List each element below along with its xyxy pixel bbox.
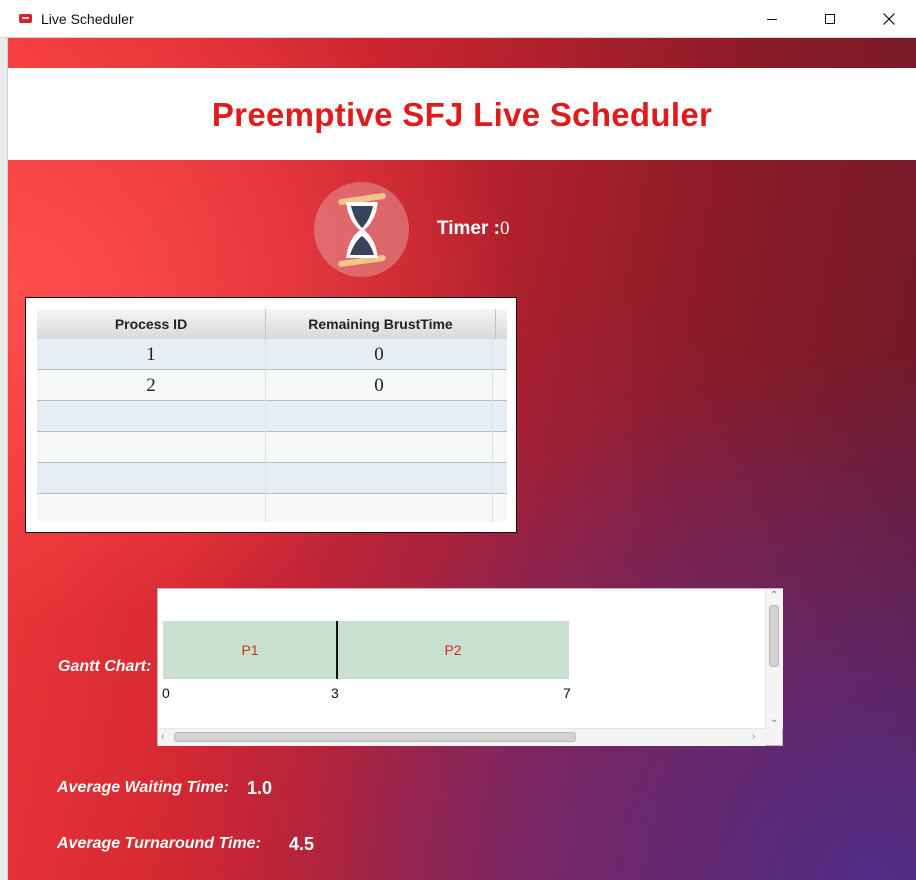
gantt-tick-label: 3	[331, 685, 339, 701]
avg-waiting-label: Average Waiting Time:	[57, 779, 229, 796]
scroll-down-icon[interactable]: ⌄	[770, 715, 778, 725]
horizontal-scrollbar[interactable]: ‹ ›	[158, 728, 765, 746]
timer-readout: Timer :0	[437, 218, 510, 240]
close-button[interactable]	[866, 0, 912, 38]
scroll-left-icon[interactable]: ‹	[161, 732, 164, 742]
gantt-chart-label: Gantt Chart:	[58, 658, 152, 675]
vertical-scroll-thumb[interactable]	[769, 605, 779, 667]
live-scheduler-window: Live Scheduler Preemptive SFJ Live Sched…	[0, 0, 916, 880]
minimize-button[interactable]	[749, 0, 795, 38]
title-bar[interactable]: Live Scheduler	[0, 0, 916, 38]
table-row[interactable]	[37, 432, 507, 463]
table-row[interactable]: 1 0	[37, 339, 507, 370]
avg-turnaround-label: Average Turnaround Time:	[57, 835, 261, 852]
column-header-remaining-burst-time[interactable]: Remaining BrustTime	[266, 309, 496, 339]
cell-process-id	[37, 494, 266, 522]
hourglass-icon	[338, 193, 386, 267]
cell-remaining-time	[266, 401, 493, 432]
gantt-divider	[336, 621, 338, 679]
table-row[interactable]	[37, 401, 507, 432]
hourglass-badge	[314, 182, 409, 277]
gantt-tick-label: 7	[563, 685, 571, 701]
maximize-icon	[825, 14, 835, 24]
timer-label: Timer :	[437, 218, 501, 239]
gantt-bar-p2: P2	[337, 621, 569, 679]
avg-waiting-value: 1.0	[247, 778, 273, 798]
cell-remaining-time	[266, 432, 493, 463]
scroll-corner	[765, 728, 782, 745]
table-row[interactable]	[37, 463, 507, 494]
page-title: Preemptive SFJ Live Scheduler	[211, 96, 713, 133]
scheduler-content: Preemptive SFJ Live Scheduler Timer :0 P…	[8, 38, 916, 880]
app-icon	[19, 14, 32, 23]
window-title: Live Scheduler	[41, 11, 134, 27]
avg-turnaround-value: 4.5	[289, 834, 315, 854]
cell-process-id	[37, 463, 266, 494]
horizontal-scroll-thumb[interactable]	[174, 732, 576, 742]
close-icon	[883, 13, 895, 25]
cell-process-id	[37, 432, 266, 463]
scroll-up-icon[interactable]: ⌃	[770, 591, 778, 601]
cell-process-id: 1	[37, 339, 266, 370]
scroll-right-icon[interactable]: ›	[752, 732, 755, 742]
maximize-button[interactable]	[807, 0, 853, 38]
process-table-frame: Process ID Remaining BrustTime 1 0 2 0	[25, 297, 517, 533]
cell-process-id	[37, 401, 266, 432]
timer-value: 0	[500, 218, 510, 239]
gantt-scroll-pane[interactable]: P1 P2 0 3 7 ⌃ ⌄ ‹ ›	[157, 588, 783, 746]
process-table[interactable]: Process ID Remaining BrustTime 1 0 2 0	[37, 309, 507, 522]
table-row[interactable]	[37, 494, 507, 522]
background-app-edge	[0, 38, 8, 880]
vertical-scrollbar[interactable]: ⌃ ⌄	[765, 589, 783, 729]
cell-remaining-time: 0	[266, 370, 493, 401]
table-row[interactable]: 2 0	[37, 370, 507, 401]
gantt-bar-p1: P1	[163, 621, 337, 679]
cell-remaining-time	[266, 463, 493, 494]
gantt-bars: P1 P2	[163, 621, 569, 679]
cell-process-id: 2	[37, 370, 266, 401]
table-header: Process ID Remaining BrustTime	[37, 309, 507, 340]
gantt-tick-label: 0	[162, 685, 170, 701]
minimize-icon	[767, 18, 777, 20]
cell-remaining-time: 0	[266, 339, 493, 370]
column-header-process-id[interactable]: Process ID	[37, 309, 266, 339]
cell-remaining-time	[266, 494, 493, 522]
